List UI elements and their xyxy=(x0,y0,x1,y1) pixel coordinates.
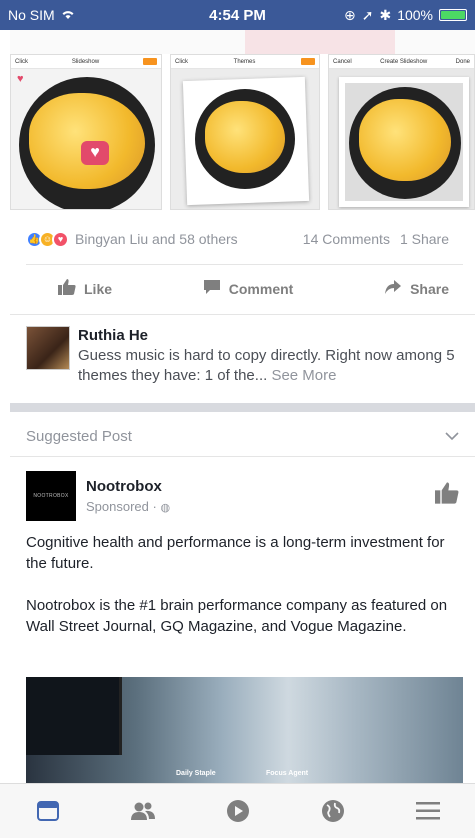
post-separator xyxy=(10,403,475,412)
ad-image[interactable]: Daily Staple Focus Agent xyxy=(26,677,463,783)
thumbs-up-icon xyxy=(58,278,76,300)
sponsor-name[interactable]: Nootrobox xyxy=(86,478,435,495)
post-actions: Like Comment Share xyxy=(0,266,475,312)
sponsor-logo[interactable]: NOOTROBOX xyxy=(26,471,76,521)
suggested-post-label: Suggested Post xyxy=(26,427,132,445)
sponsor-header: NOOTROBOX Nootrobox Sponsored · ◍ xyxy=(0,466,475,526)
post-paragraph: Cognitive health and performance is a lo… xyxy=(26,534,445,572)
see-more-link[interactable]: See More xyxy=(271,367,336,384)
tab-watch[interactable] xyxy=(218,791,258,831)
comment-label: Comment xyxy=(228,281,294,297)
ad-caption: Focus Agent xyxy=(266,770,309,777)
heart-outline-icon: ♥ xyxy=(17,73,24,85)
globe-icon: ◍ xyxy=(160,502,171,514)
comment-count[interactable]: 14 Comments xyxy=(303,231,390,247)
location-icon: ➚ xyxy=(361,6,374,23)
tab-menu[interactable] xyxy=(408,791,448,831)
share-button[interactable]: Share xyxy=(384,279,449,300)
friends-icon xyxy=(130,802,155,820)
heart-icon: ♥ xyxy=(81,141,109,165)
like-button[interactable]: Like xyxy=(58,278,113,300)
page-like-button[interactable] xyxy=(435,482,459,510)
comment-icon xyxy=(203,279,221,300)
post-photo-2[interactable]: Click Themes xyxy=(170,54,320,210)
reaction-icons: 👍 ☺ ♥ xyxy=(26,230,69,248)
divider xyxy=(26,264,463,265)
globe-icon xyxy=(321,800,344,822)
post-text: Cognitive health and performance is a lo… xyxy=(26,532,456,658)
thumbs-up-icon xyxy=(435,482,459,504)
tab-friends[interactable] xyxy=(123,791,163,831)
divider xyxy=(10,456,475,457)
sponsor-logo-text: NOOTROBOX xyxy=(33,493,69,499)
post-photo-3[interactable]: Cancel Create Slideshow Done xyxy=(328,54,475,210)
comment-preview[interactable]: Ruthia He Guess music is hard to copy di… xyxy=(0,318,475,402)
tab-news-feed[interactable] xyxy=(28,791,68,831)
bottom-tab-bar xyxy=(0,783,475,838)
share-arrow-icon xyxy=(384,279,402,300)
status-bar: No SIM 4:54 PM ⊕ ➚ ✱ 100% xyxy=(0,0,475,30)
comment-button[interactable]: Comment xyxy=(203,279,294,300)
post-photo-strip: Click Slideshow ♥ ♥ Click Themes Cancel Cre… xyxy=(10,30,475,215)
avatar[interactable] xyxy=(26,326,70,370)
sponsored-label: Sponsored · xyxy=(86,499,161,514)
photo-bar-left: Cancel xyxy=(333,58,352,65)
post-paragraph: Nootrobox is the #1 brain performance co… xyxy=(26,597,448,635)
wifi-icon xyxy=(61,7,75,23)
photo-bar-left: Click xyxy=(15,58,28,65)
photo-bar-right: Done xyxy=(455,58,470,65)
chevron-down-icon[interactable] xyxy=(445,428,459,444)
news-feed-icon xyxy=(36,801,59,821)
play-icon xyxy=(226,800,249,822)
share-label: Share xyxy=(410,281,449,297)
suggested-post-header: Suggested Post xyxy=(0,418,475,454)
battery-percent: 100% xyxy=(397,7,433,23)
love-reaction-icon: ♥ xyxy=(52,230,69,248)
divider xyxy=(10,314,475,315)
tab-notifications[interactable] xyxy=(313,791,353,831)
reaction-names[interactable]: Bingyan Liu and 58 others xyxy=(75,231,303,247)
lock-rotation-icon: ⊕ xyxy=(343,6,356,23)
like-label: Like xyxy=(84,281,113,297)
comment-text: Guess music is hard to copy directly. Ri… xyxy=(78,347,455,384)
bluetooth-icon: ✱ xyxy=(379,6,392,23)
reactions-summary[interactable]: 👍 ☺ ♥ Bingyan Liu and 58 others 14 Comme… xyxy=(0,222,475,256)
post-photo-1[interactable]: Click Slideshow ♥ ♥ xyxy=(10,54,162,210)
battery-icon xyxy=(439,9,467,21)
photo-bar-left: Click xyxy=(175,58,188,65)
share-count[interactable]: 1 Share xyxy=(400,231,449,247)
commenter-name[interactable]: Ruthia He xyxy=(78,326,459,346)
photo-bar-title: Themes xyxy=(233,58,256,65)
clock: 4:54 PM xyxy=(209,6,266,24)
photo-bar-title: Slideshow xyxy=(71,58,100,65)
hamburger-menu-icon xyxy=(415,802,440,820)
ad-caption: Daily Staple xyxy=(176,770,216,777)
carrier-label: No SIM xyxy=(8,7,55,23)
photo-bar-title: Create Slideshow xyxy=(380,58,428,65)
